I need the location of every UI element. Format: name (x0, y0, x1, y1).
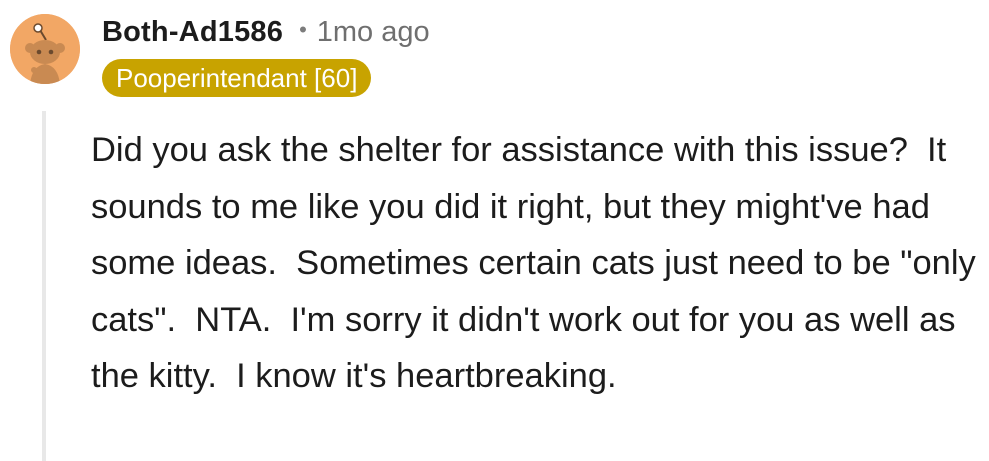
comment-text: Did you ask the shelter for assistance w… (91, 131, 986, 395)
comment-timestamp[interactable]: 1mo ago (317, 16, 430, 49)
separator-dot: • (299, 17, 307, 42)
user-avatar[interactable] (10, 14, 80, 84)
snoo-avatar-icon (10, 14, 80, 84)
comment-header: Both-Ad1586 • 1mo ago (102, 10, 430, 54)
thread-line[interactable] (42, 111, 46, 461)
comment-body: Did you ask the shelter for assistance w… (91, 122, 981, 405)
username-link[interactable]: Both-Ad1586 (102, 16, 283, 49)
user-flair-badge: Pooperintendant [60] (102, 59, 372, 97)
